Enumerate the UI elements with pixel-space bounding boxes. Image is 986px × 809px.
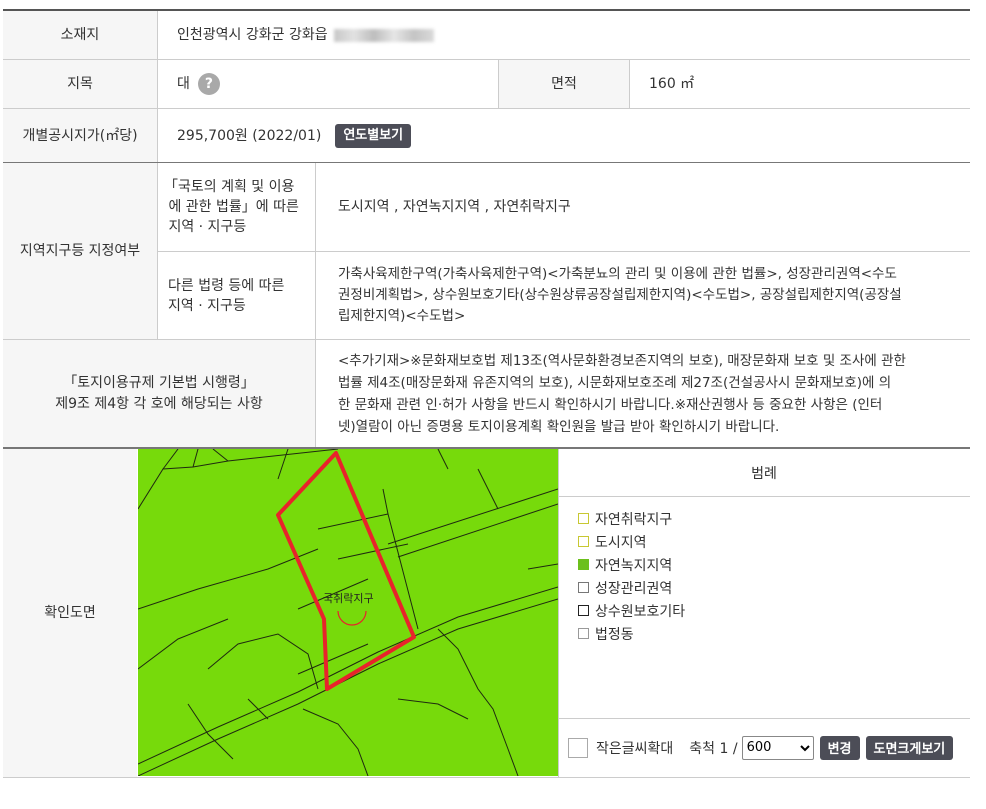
row-category-area: 지목 대 ? 면적 160 ㎡ xyxy=(3,60,970,109)
location-label: 소재지 xyxy=(3,11,157,59)
enlarge-text-checkbox[interactable] xyxy=(568,737,588,758)
legend-swatch xyxy=(578,559,589,570)
legend-item: 자연녹지지역 xyxy=(578,553,685,576)
other-law-label: 다른 법령 등에 따른 지역 · 지구등 xyxy=(168,277,285,314)
help-icon[interactable]: ? xyxy=(197,73,220,95)
yearly-view-button[interactable]: 연도별보기 xyxy=(335,123,412,148)
regulation-value: <추가기재>※문화재보호법 제13조(역사문화환경보존지역의 보호), 매장문화… xyxy=(338,352,906,435)
legend-swatch xyxy=(578,536,589,547)
legend-item-label: 법정동 xyxy=(595,626,634,643)
row-location: 소재지 인천광역시 강화군 강화읍 xyxy=(3,11,970,60)
land-category-label: 지목 xyxy=(3,60,157,108)
area-label: 면적 xyxy=(499,60,629,108)
row-zoning: 지역지구등 지정여부 「국토의 계획 및 이용 에 관한 법률」에 따른 지역 … xyxy=(3,163,970,340)
area-value: 160 ㎡ xyxy=(649,76,695,92)
view-large-map-button[interactable]: 도면크게보기 xyxy=(865,735,954,760)
confirmation-map[interactable]: 국취락지구 xyxy=(138,449,558,776)
scale-label: 축척 1 / xyxy=(689,740,738,757)
legend-item-label: 자연녹지지역 xyxy=(595,557,673,574)
map-controls: 작은글씨확대 축척 1 / 600 변경 도면크게보기 xyxy=(558,718,970,776)
legend-item-label: 성장관리권역 xyxy=(595,580,673,597)
other-law-value: 가축사육제한구역(가축사육제한구역)<가축분뇨의 관리 및 이용에 관한 법률>… xyxy=(338,266,902,324)
change-scale-button[interactable]: 변경 xyxy=(819,735,860,760)
legend-swatch xyxy=(578,605,589,616)
legend-item: 도시지역 xyxy=(578,530,685,553)
regulation-label: 「토지이용규제 기본법 시행령」 제9조 제4항 각 호에 해당되는 사항 xyxy=(3,340,315,447)
enlarge-text-label: 작은글씨확대 xyxy=(596,740,674,757)
official-price-label: 개별공시지가(㎡당) xyxy=(3,109,157,162)
land-use-plan-table: 소재지 인천광역시 강화군 강화읍 지목 대 ? 면적 160 ㎡ 개별공시지가… xyxy=(3,9,970,778)
legend-item: 상수원보호기타 xyxy=(578,599,685,622)
legend-swatch xyxy=(578,582,589,593)
legend-item: 성장관리권역 xyxy=(578,576,685,599)
legend-item: 법정동 xyxy=(578,622,685,645)
zoning-label: 지역지구등 지정여부 xyxy=(3,163,157,339)
national-law-label: 「국토의 계획 및 이용 에 관한 법률」에 따른 지역 · 지구등 xyxy=(164,179,299,235)
map-drawing: 국취락지구 xyxy=(138,449,558,776)
row-map: 확인도면 국취락지구 범례 자연취락지구 도시지역 자연녹지지역 성장관리권역 … xyxy=(3,449,970,778)
legend-item-label: 도시지역 xyxy=(595,534,647,551)
official-price-text: 295,700원 (2022/01) xyxy=(177,127,322,144)
map-zone-label: 국취락지구 xyxy=(323,592,374,605)
official-price-value: 295,700원 (2022/01) 연도별보기 xyxy=(177,109,412,162)
location-value: 인천광역시 강화군 강화읍 xyxy=(177,11,434,59)
legend-list: 자연취락지구 도시지역 자연녹지지역 성장관리권역 상수원보호기타 법정동 xyxy=(578,507,685,645)
legend-item-label: 자연취락지구 xyxy=(595,511,673,528)
legend-title: 범례 xyxy=(558,449,970,497)
national-law-value: 도시지역 , 자연녹지지역 , 자연취락지구 xyxy=(338,199,571,215)
row-official-price: 개별공시지가(㎡당) 295,700원 (2022/01) 연도별보기 xyxy=(3,109,970,163)
row-regulation: 「토지이용규제 기본법 시행령」 제9조 제4항 각 호에 해당되는 사항 <추… xyxy=(3,340,970,449)
map-section-label: 확인도면 xyxy=(3,449,137,777)
land-category-value: 대 ? xyxy=(177,60,220,108)
location-text: 인천광역시 강화군 강화읍 xyxy=(177,27,328,43)
scale-select[interactable]: 600 xyxy=(741,735,814,760)
legend-swatch xyxy=(578,628,589,639)
masked-address xyxy=(333,28,434,42)
legend-swatch xyxy=(578,513,589,524)
legend-item: 자연취락지구 xyxy=(578,507,685,530)
legend-item-label: 상수원보호기타 xyxy=(595,603,686,620)
land-category-text: 대 xyxy=(177,76,190,92)
